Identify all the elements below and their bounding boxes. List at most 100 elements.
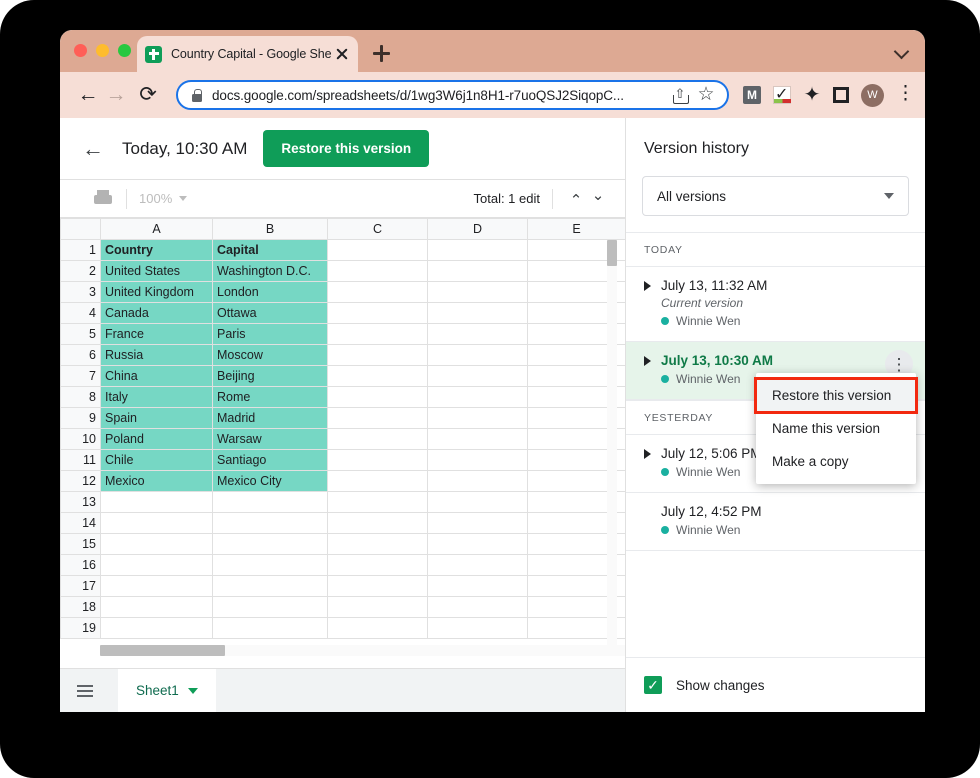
row-header[interactable]: 15 <box>61 534 101 555</box>
grid-cell[interactable] <box>101 576 213 597</box>
puzzle-icon[interactable] <box>803 86 821 104</box>
avatar[interactable]: W <box>861 84 884 107</box>
grid-cell[interactable] <box>328 408 428 429</box>
grid-cell[interactable] <box>213 555 328 576</box>
forward-icon[interactable] <box>102 81 130 109</box>
spreadsheet-grid[interactable]: A B C D E 1CountryCapital2United StatesW… <box>60 218 625 656</box>
grid-cell[interactable] <box>428 345 528 366</box>
grid-cell[interactable] <box>101 618 213 639</box>
grid-cell[interactable]: Santiago <box>213 450 328 471</box>
grid-cell[interactable]: Russia <box>101 345 213 366</box>
grid-cell[interactable] <box>428 408 528 429</box>
browser-tab[interactable]: Country Capital - Google Shee <box>137 36 358 72</box>
select-all-corner[interactable] <box>61 219 101 240</box>
row-header[interactable]: 5 <box>61 324 101 345</box>
print-icon[interactable] <box>92 188 114 210</box>
grid-cell[interactable]: Beijing <box>213 366 328 387</box>
grid-cell[interactable] <box>428 513 528 534</box>
context-menu-item[interactable]: Name this version <box>756 412 916 445</box>
expand-triangle-icon[interactable] <box>644 449 651 459</box>
row-header[interactable]: 4 <box>61 303 101 324</box>
grid-cell[interactable]: Capital <box>213 240 328 261</box>
row-header[interactable]: 7 <box>61 366 101 387</box>
grid-cell[interactable] <box>101 534 213 555</box>
grid-cell[interactable]: Paris <box>213 324 328 345</box>
row-header[interactable]: 1 <box>61 240 101 261</box>
star-icon[interactable] <box>695 84 717 106</box>
grid-cell[interactable] <box>328 513 428 534</box>
grid-cell[interactable]: Poland <box>101 429 213 450</box>
grid-cell[interactable] <box>328 597 428 618</box>
address-bar[interactable]: docs.google.com/spreadsheets/d/1wg3W6j1n… <box>176 80 729 110</box>
grid-cell[interactable]: Canada <box>101 303 213 324</box>
row-header[interactable]: 11 <box>61 450 101 471</box>
grid-cell[interactable] <box>101 492 213 513</box>
grid-cell[interactable] <box>328 471 428 492</box>
row-header[interactable]: 13 <box>61 492 101 513</box>
grid-cell[interactable] <box>428 324 528 345</box>
chevron-down-icon[interactable] <box>188 688 198 694</box>
row-header[interactable]: 9 <box>61 408 101 429</box>
grid-cell[interactable] <box>428 303 528 324</box>
show-changes-checkbox[interactable] <box>644 676 662 694</box>
window-maximize-button[interactable] <box>118 44 131 57</box>
grid-cell[interactable] <box>428 576 528 597</box>
grid-cell[interactable] <box>328 261 428 282</box>
grid-cell[interactable] <box>213 618 328 639</box>
grid-cell[interactable] <box>101 597 213 618</box>
row-header[interactable]: 19 <box>61 618 101 639</box>
grid-cell[interactable] <box>328 576 428 597</box>
grid-cell[interactable]: United Kingdom <box>101 282 213 303</box>
grid-cell[interactable] <box>328 450 428 471</box>
row-header[interactable]: 16 <box>61 555 101 576</box>
grid-cell[interactable]: China <box>101 366 213 387</box>
chevron-down-icon[interactable] <box>894 44 910 60</box>
grid-cell[interactable] <box>428 261 528 282</box>
grid-cell[interactable] <box>428 492 528 513</box>
grid-cell[interactable] <box>428 471 528 492</box>
close-icon[interactable] <box>334 46 350 62</box>
share-icon[interactable] <box>669 84 691 106</box>
previous-edit-icon[interactable] <box>565 188 587 210</box>
grid-cell[interactable]: Moscow <box>213 345 328 366</box>
grid-cell[interactable] <box>428 366 528 387</box>
all-sheets-icon[interactable] <box>74 680 96 702</box>
grid-cell[interactable] <box>213 513 328 534</box>
grid-cell[interactable] <box>428 240 528 261</box>
grid-cell[interactable] <box>328 555 428 576</box>
grid-cell[interactable] <box>428 450 528 471</box>
grid-cell[interactable] <box>328 240 428 261</box>
grid-cell[interactable] <box>101 555 213 576</box>
column-header-c[interactable]: C <box>328 219 428 240</box>
context-menu-item[interactable]: Make a copy <box>756 445 916 478</box>
grid-cell[interactable] <box>213 534 328 555</box>
grid-vertical-scroll-thumb[interactable] <box>607 240 617 266</box>
grid-cell[interactable] <box>428 534 528 555</box>
square-icon[interactable] <box>833 87 849 103</box>
grid-cell[interactable] <box>328 492 428 513</box>
sheet-tab-sheet1[interactable]: Sheet1 <box>118 669 216 713</box>
back-icon[interactable] <box>74 81 102 109</box>
column-header-e[interactable]: E <box>528 219 626 240</box>
context-menu-item[interactable]: Restore this version <box>756 379 916 412</box>
grid-cell[interactable] <box>428 555 528 576</box>
restore-this-version-button[interactable]: Restore this version <box>263 130 429 167</box>
zoom-level[interactable]: 100% <box>139 191 172 206</box>
grid-cell[interactable]: Warsaw <box>213 429 328 450</box>
expand-triangle-icon[interactable] <box>644 281 651 291</box>
grid-cell[interactable] <box>428 282 528 303</box>
row-header[interactable]: 3 <box>61 282 101 303</box>
window-close-button[interactable] <box>74 44 87 57</box>
grid-cell[interactable]: Mexico City <box>213 471 328 492</box>
next-edit-icon[interactable] <box>587 188 609 210</box>
row-header[interactable]: 17 <box>61 576 101 597</box>
grid-cell[interactable]: Italy <box>101 387 213 408</box>
grid-cell[interactable]: United States <box>101 261 213 282</box>
chevron-down-icon[interactable] <box>179 196 187 201</box>
column-header-d[interactable]: D <box>428 219 528 240</box>
gmail-icon[interactable]: M <box>743 86 761 104</box>
row-header[interactable]: 14 <box>61 513 101 534</box>
row-header[interactable]: 18 <box>61 597 101 618</box>
grid-cell[interactable] <box>328 366 428 387</box>
grid-cell[interactable] <box>428 387 528 408</box>
